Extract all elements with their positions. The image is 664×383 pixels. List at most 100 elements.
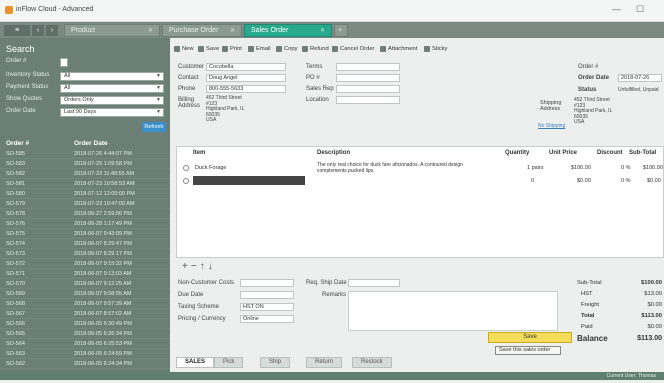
non-customer-costs-field[interactable] bbox=[240, 279, 294, 287]
tab-sales-order[interactable]: Sales Order ✕ bbox=[244, 24, 332, 37]
close-icon[interactable]: ✕ bbox=[148, 27, 153, 34]
table-row[interactable]: 0 $0.00 0 % $0.00 bbox=[181, 176, 663, 186]
column-header-description[interactable]: Description bbox=[317, 150, 350, 156]
item-unit-price[interactable]: $0.00 bbox=[577, 178, 591, 184]
attachment-label: Attachment bbox=[388, 46, 418, 52]
move-up-icon[interactable]: ↑ bbox=[200, 261, 208, 272]
tab-product[interactable]: Product ✕ bbox=[64, 24, 160, 37]
list-item[interactable]: SO-563 2018-06-05 6:24:59 PM bbox=[0, 350, 170, 359]
list-item[interactable]: SO-576 2018-06-28 1:17:49 PM bbox=[0, 220, 170, 229]
item-discount[interactable]: 0 % bbox=[621, 178, 630, 184]
remove-row-icon[interactable]: − bbox=[191, 261, 200, 272]
item-discount[interactable]: 0 % bbox=[621, 165, 630, 171]
contact-field[interactable]: Doug Angel bbox=[206, 74, 286, 82]
order-number-filter[interactable] bbox=[60, 58, 68, 67]
list-item[interactable]: SO-578 2018-06-27 2:59:06 PM bbox=[0, 210, 170, 219]
sticky-button[interactable]: Sticky bbox=[424, 46, 447, 52]
list-item[interactable]: SO-564 2018-06-05 6:25:53 PM bbox=[0, 340, 170, 349]
show-quotes-select[interactable]: Orders Only ▼ bbox=[60, 96, 164, 105]
list-item[interactable]: SO-574 2018-06-07 8:29:47 PM bbox=[0, 240, 170, 249]
forward-icon[interactable]: › bbox=[46, 25, 58, 36]
billing-address[interactable]: 452 Third Street #123 Highland Park, IL 600… bbox=[206, 95, 286, 124]
tab-ship[interactable]: Ship bbox=[260, 357, 291, 368]
list-item[interactable]: SO-579 2018-07-23 10:47:00 AM bbox=[0, 200, 170, 209]
save-toolbar-button[interactable]: Save bbox=[198, 46, 219, 52]
item-field-active[interactable] bbox=[193, 176, 305, 185]
row-radio[interactable] bbox=[183, 165, 189, 171]
list-item[interactable]: SO-571 2018-06-07 9:13:03 AM bbox=[0, 270, 170, 279]
close-icon[interactable]: ✕ bbox=[320, 27, 325, 34]
list-item[interactable]: SO-562 2018-06-05 6:24:34 PM bbox=[0, 360, 170, 369]
tab-purchase-order[interactable]: Purchase Order ✕ bbox=[162, 24, 242, 37]
item-quantity[interactable]: 1 pairs bbox=[527, 165, 544, 171]
add-row-icon[interactable]: + bbox=[182, 261, 191, 272]
column-header-item[interactable]: Item bbox=[193, 150, 205, 156]
due-date-field[interactable] bbox=[240, 291, 294, 299]
inventory-status-select[interactable]: All ▼ bbox=[60, 72, 164, 81]
new-button[interactable]: New bbox=[174, 46, 194, 52]
req-ship-date-field[interactable] bbox=[348, 279, 400, 287]
column-header-discount[interactable]: Discount bbox=[597, 150, 623, 156]
po-field[interactable] bbox=[336, 74, 400, 82]
move-down-icon[interactable]: ↓ bbox=[208, 261, 216, 272]
list-item[interactable]: SO-566 2018-06-05 6:30:49 PM bbox=[0, 320, 170, 329]
total-value: $113.00 bbox=[641, 313, 662, 319]
order-date-select[interactable]: Last 90 Days ▼ bbox=[60, 108, 164, 117]
list-item[interactable]: SO-565 2018-06-05 6:26:34 PM bbox=[0, 330, 170, 339]
list-item[interactable]: SO-570 2018-06-07 9:12:25 AM bbox=[0, 280, 170, 289]
home-button[interactable]: ≡ bbox=[4, 25, 30, 36]
list-item[interactable]: SO-580 2018-07-12 12:00:00 PM bbox=[0, 190, 170, 199]
pricing-currency-select[interactable]: Online bbox=[240, 315, 294, 323]
item-unit-price[interactable]: $100.00 bbox=[571, 165, 591, 171]
maximize-icon[interactable]: ☐ bbox=[636, 4, 644, 15]
tab-restock[interactable]: Restock bbox=[352, 357, 392, 368]
attachment-button[interactable]: Attachment bbox=[380, 46, 417, 52]
minimize-icon[interactable]: — bbox=[612, 4, 621, 14]
item-quantity[interactable]: 0 bbox=[531, 178, 534, 184]
row-radio[interactable] bbox=[183, 178, 189, 184]
copy-button[interactable]: Copy bbox=[276, 46, 298, 52]
list-item[interactable]: SO-567 2018-06-07 8:57:02 AM bbox=[0, 310, 170, 319]
list-item[interactable]: SO-572 2018-06-07 9:15:32 PM bbox=[0, 260, 170, 269]
list-item[interactable]: SO-568 2018-06-07 9:57:39 AM bbox=[0, 300, 170, 309]
freight-field[interactable]: $0.00 bbox=[647, 302, 662, 308]
remarks-field[interactable] bbox=[348, 291, 558, 331]
column-header-subtotal[interactable]: Sub-Total bbox=[629, 150, 656, 156]
phone-field[interactable]: 800-555-5633 bbox=[206, 85, 286, 93]
close-icon[interactable]: ✕ bbox=[230, 27, 235, 34]
shipping-address[interactable]: 452 Third Street #123 Highland Park, IL 600… bbox=[574, 97, 654, 126]
refund-button[interactable]: Refund bbox=[302, 46, 329, 52]
list-item[interactable]: SO-585 2018-07-26 4:44:07 PM bbox=[0, 150, 170, 159]
list-item[interactable]: SO-573 2018-06-07 8:29:17 PM bbox=[0, 250, 170, 259]
save-label: Save bbox=[206, 46, 220, 52]
column-header-unit-price[interactable]: Unit Price bbox=[549, 150, 577, 156]
column-header-quantity[interactable]: Quantity bbox=[505, 150, 529, 156]
sales-rep-select[interactable] bbox=[336, 85, 400, 93]
column-header-date[interactable]: Order Date bbox=[74, 140, 108, 147]
order-date-field[interactable]: 2018-07-26 bbox=[618, 74, 662, 82]
list-item[interactable]: SO-569 2018-06-07 9:08:05 AM bbox=[0, 290, 170, 299]
print-button[interactable]: Print bbox=[222, 46, 242, 52]
save-button[interactable]: Save bbox=[488, 332, 572, 343]
cancel-order-button[interactable]: Cancel Order bbox=[332, 46, 374, 52]
tab-sales[interactable]: SALES bbox=[176, 357, 215, 368]
email-button[interactable]: Email bbox=[248, 46, 271, 52]
column-header-order[interactable]: Order # bbox=[6, 140, 29, 147]
tab-return[interactable]: Return bbox=[306, 357, 343, 368]
location-select[interactable] bbox=[336, 96, 400, 104]
tab-pick[interactable]: Pick bbox=[214, 357, 244, 368]
list-item[interactable]: SO-575 2018-06-07 9:43:09 PM bbox=[0, 230, 170, 239]
list-item[interactable]: SO-582 2018-07-23 11:48:55 AM bbox=[0, 170, 170, 179]
back-icon[interactable]: ‹ bbox=[32, 25, 44, 36]
customer-field[interactable]: Cocobella bbox=[206, 63, 286, 71]
refresh-button[interactable]: Refresh bbox=[142, 122, 166, 132]
table-row[interactable]: Duck Forage The only real choice for duc… bbox=[181, 162, 663, 173]
payment-status-select[interactable]: All ▼ bbox=[60, 84, 164, 93]
terms-select[interactable] bbox=[336, 63, 400, 71]
new-tab-button[interactable]: + bbox=[334, 24, 348, 37]
list-item[interactable]: SO-583 2018-07-25 1:09:58 PM bbox=[0, 160, 170, 169]
hst-value: $13.00 bbox=[644, 291, 662, 297]
no-shipping-link[interactable]: No Shipping bbox=[538, 123, 565, 129]
list-item[interactable]: SO-581 2018-07-23 10:58:53 AM bbox=[0, 180, 170, 189]
taxing-scheme-select[interactable]: HST ON bbox=[240, 303, 294, 311]
